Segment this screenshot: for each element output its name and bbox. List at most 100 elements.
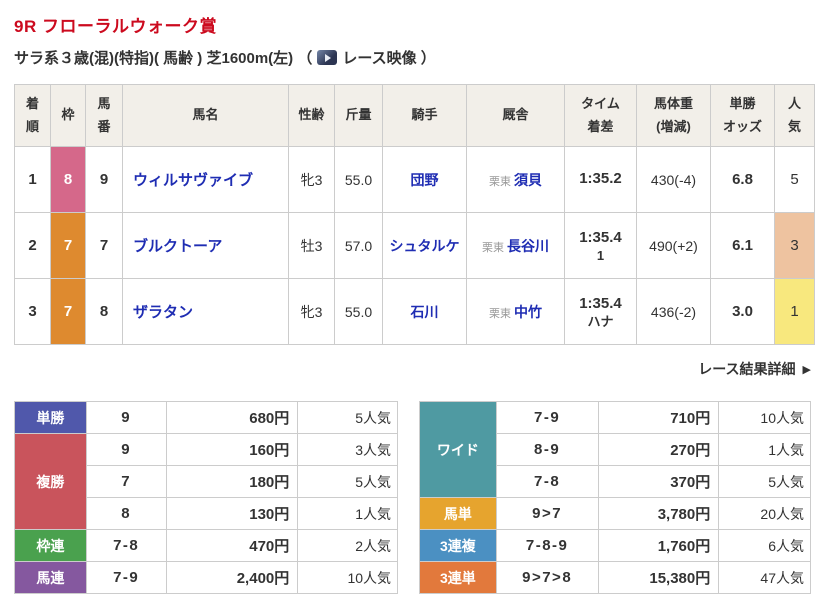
payout-combination: 8 xyxy=(85,497,167,530)
finish-time: 1:35.4 xyxy=(579,228,622,246)
payout-row-tansho: 単勝 9 680円 5人気 xyxy=(14,401,399,434)
body-weight: 436(-2) xyxy=(636,278,711,345)
stable-cell: 栗東 中竹 xyxy=(466,278,565,345)
horse-name-link[interactable]: ザラタン xyxy=(133,304,193,321)
bet-type-label: 馬連 xyxy=(14,561,87,594)
payout-combination: 9>7>8 xyxy=(495,561,599,594)
result-row-1: 1 8 9 ウィルサヴァイブ 牝3 55.0 団野 栗東 須貝 1:35.2 43… xyxy=(14,146,815,213)
stable-cell: 栗東 須貝 xyxy=(466,146,565,213)
finish-time: 1:35.2 xyxy=(579,170,622,188)
carried-weight: 55.0 xyxy=(334,278,383,345)
payout-popularity: 47人気 xyxy=(718,561,811,594)
video-paren-open: （ xyxy=(297,50,313,67)
sex-age: 牝3 xyxy=(288,278,335,345)
jockey-link[interactable]: シュタルケ xyxy=(390,238,460,254)
payout-amount: 370円 xyxy=(597,465,720,498)
race-result-detail-label: レース結果詳細 xyxy=(698,361,796,377)
bet-type-label: 単勝 xyxy=(14,401,87,434)
detail-link-row: レース結果詳細 ▶ xyxy=(14,359,811,379)
body-weight: 430(-4) xyxy=(636,146,711,213)
right-arrow-icon: ▶ xyxy=(802,364,811,376)
results-header-row: 着 順 枠 馬 番 馬名 性齢 斤量 騎手 厩舎 タイム 着差 馬体重 (増減)… xyxy=(14,84,815,147)
payout-popularity: 5人気 xyxy=(297,465,399,498)
popularity-rank: 3 xyxy=(774,212,815,279)
payout-amount: 160円 xyxy=(165,433,299,466)
payout-row-umatan: 馬単 9>7 3,780円 20人気 xyxy=(419,497,811,530)
horse-name-cell: ウィルサヴァイブ xyxy=(122,146,289,213)
payout-popularity: 10人気 xyxy=(297,561,399,594)
payout-row-sanrentan: 3連単 9>7>8 15,380円 47人気 xyxy=(419,561,811,594)
payout-row-wide-1: ワイド 7-9 710円 10人気 xyxy=(419,401,811,498)
video-paren-close: ） xyxy=(420,50,436,67)
frame-number-badge: 8 xyxy=(50,146,86,213)
payout-popularity: 10人気 xyxy=(718,401,811,434)
payout-amount: 2,400円 xyxy=(165,561,299,594)
rank-value: 3 xyxy=(14,278,51,345)
payout-amount: 710円 xyxy=(597,401,720,434)
payout-popularity: 6人気 xyxy=(718,529,811,562)
horse-name-link[interactable]: ブルクトーア xyxy=(133,238,222,255)
horse-name-link[interactable]: ウィルサヴァイブ xyxy=(133,172,253,189)
horse-name-cell: ザラタン xyxy=(122,278,289,345)
frame-number-badge: 7 xyxy=(50,212,86,279)
payout-popularity: 1人気 xyxy=(297,497,399,530)
col-header-sex-age: 性齢 xyxy=(288,84,335,147)
jockey-link[interactable]: 団野 xyxy=(411,172,439,188)
margin: ハナ xyxy=(587,313,614,329)
frame-number-badge: 7 xyxy=(50,278,86,345)
col-header-horse-name: 馬名 xyxy=(122,84,289,147)
trainer-link[interactable]: 長谷川 xyxy=(507,238,549,254)
payout-popularity: 1人気 xyxy=(718,433,811,466)
payout-combination: 9 xyxy=(85,433,167,466)
stable-region: 栗東 xyxy=(482,241,504,254)
payout-row-sanrenpuku: 3連複 7-8-9 1,760円 6人気 xyxy=(419,529,811,562)
col-header-stable: 厩舎 xyxy=(466,84,565,147)
stable-region: 栗東 xyxy=(489,307,511,320)
payout-amount: 3,780円 xyxy=(597,497,720,530)
payout-combination: 7-8 xyxy=(495,465,599,498)
bet-type-label: ワイド xyxy=(419,401,497,498)
time-margin-cell: 1:35.4 1 xyxy=(564,212,637,279)
sex-age: 牝3 xyxy=(288,146,335,213)
body-weight: 490(+2) xyxy=(636,212,711,279)
race-result-detail-link[interactable]: レース結果詳細 ▶ xyxy=(698,361,811,377)
payout-amount: 270円 xyxy=(597,433,720,466)
win-odds: 3.0 xyxy=(710,278,775,345)
trainer-link[interactable]: 中竹 xyxy=(514,304,542,320)
win-odds: 6.1 xyxy=(710,212,775,279)
jockey-cell: 団野 xyxy=(382,146,467,213)
payout-combination: 7-9 xyxy=(85,561,167,594)
finish-time: 1:35.4 xyxy=(579,294,622,312)
sex-age: 牡3 xyxy=(288,212,335,279)
col-header-time-margin: タイム 着差 xyxy=(564,84,637,147)
result-row-2: 2 7 7 ブルクトーア 牡3 57.0 シュタルケ 栗東 長谷川 1:35.4 1… xyxy=(14,212,815,279)
payout-combination: 9>7 xyxy=(495,497,599,530)
col-header-rank: 着 順 xyxy=(14,84,51,147)
payout-row-fukusho-1: 複勝 9 160円 3人気 xyxy=(14,433,399,530)
col-header-frame: 枠 xyxy=(50,84,86,147)
payout-combination: 8-9 xyxy=(495,433,599,466)
race-conditions: サラ系３歳(混)(特指)( 馬齢 ) 芝1600m(左) （ レース映像 ） xyxy=(14,47,810,68)
payout-combination: 7-8-9 xyxy=(495,529,599,562)
payout-amount: 130円 xyxy=(165,497,299,530)
payout-amount: 180円 xyxy=(165,465,299,498)
payout-row-umaren: 馬連 7-9 2,400円 10人気 xyxy=(14,561,399,594)
payout-table-right: ワイド 7-9 710円 10人気 8-9 270円 1人気 7-8 370円 … xyxy=(419,401,811,594)
trainer-link[interactable]: 須貝 xyxy=(514,172,542,188)
col-header-weight: 斤量 xyxy=(334,84,383,147)
race-video-link[interactable]: レース映像 xyxy=(342,50,416,67)
margin: 1 xyxy=(596,247,605,263)
result-row-3: 3 7 8 ザラタン 牝3 55.0 石川 栗東 中竹 1:35.4 ハナ 436(… xyxy=(14,278,815,345)
payout-table-left: 単勝 9 680円 5人気 複勝 9 160円 3人気 7 180円 5人気 8… xyxy=(14,401,399,594)
col-header-number: 馬 番 xyxy=(85,84,123,147)
video-play-icon[interactable] xyxy=(317,50,338,65)
bet-type-label: 複勝 xyxy=(14,433,87,530)
stable-cell: 栗東 長谷川 xyxy=(466,212,565,279)
stable-region: 栗東 xyxy=(489,175,511,188)
payout-popularity: 5人気 xyxy=(718,465,811,498)
time-margin-cell: 1:35.2 xyxy=(564,146,637,213)
payout-amount: 15,380円 xyxy=(597,561,720,594)
bet-type-label: 3連複 xyxy=(419,529,497,562)
jockey-link[interactable]: 石川 xyxy=(411,304,439,320)
payout-popularity: 20人気 xyxy=(718,497,811,530)
